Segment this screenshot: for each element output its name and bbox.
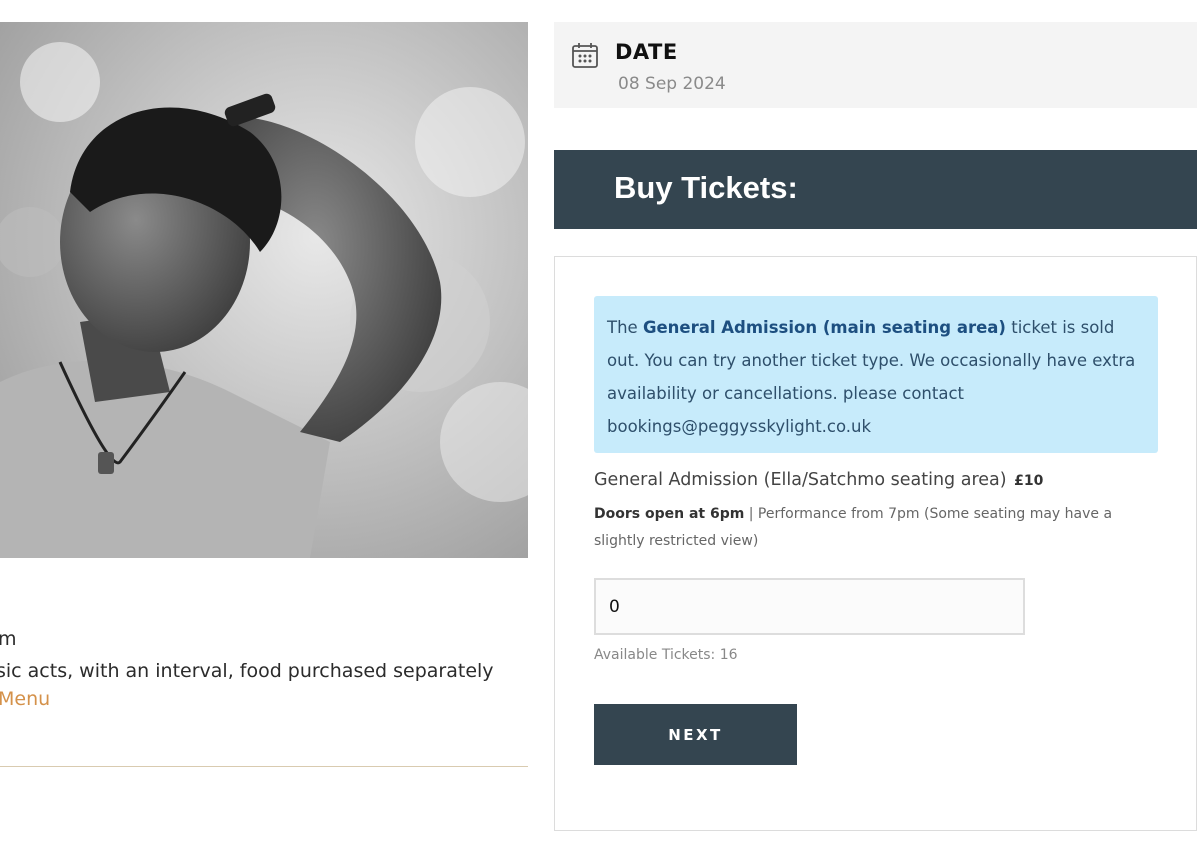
alert-prefix: The (607, 318, 643, 337)
available-tickets: Available Tickets: 16 (594, 647, 738, 663)
calendar-icon (572, 43, 598, 68)
date-label: DATE (615, 40, 678, 64)
ticket-panel: The General Admission (main seating area… (554, 256, 1197, 831)
event-detail-line: m (0, 628, 17, 650)
ticket-description: Doors open at 6pm | Performance from 7pm… (594, 501, 1164, 555)
doors-time: Doors open at 6pm (594, 506, 745, 522)
date-value: 08 Sep 2024 (618, 74, 726, 94)
sold-out-alert: The General Admission (main seating area… (594, 296, 1158, 453)
divider (0, 766, 528, 767)
performer-photo (0, 22, 528, 558)
buy-tickets-title: Buy Tickets: (614, 170, 798, 205)
alert-ticket-name: General Admission (main seating area) (642, 318, 1006, 337)
ticket-price: £10 (1014, 473, 1044, 489)
date-box: DATE 08 Sep 2024 (554, 22, 1197, 108)
next-button[interactable]: NEXT (594, 704, 797, 765)
buy-tickets-header: Buy Tickets: (554, 150, 1197, 229)
ticket-type-name: General Admission (Ella/Satchmo seating … (594, 470, 1043, 490)
menu-link[interactable]: Menu (0, 688, 50, 710)
event-detail-line: sic acts, with an interval, food purchas… (0, 660, 494, 682)
ticket-quantity-input[interactable] (594, 578, 1025, 635)
ticket-name-text: General Admission (Ella/Satchmo seating … (594, 470, 1007, 490)
event-page: m sic acts, with an interval, food purch… (0, 0, 1200, 851)
